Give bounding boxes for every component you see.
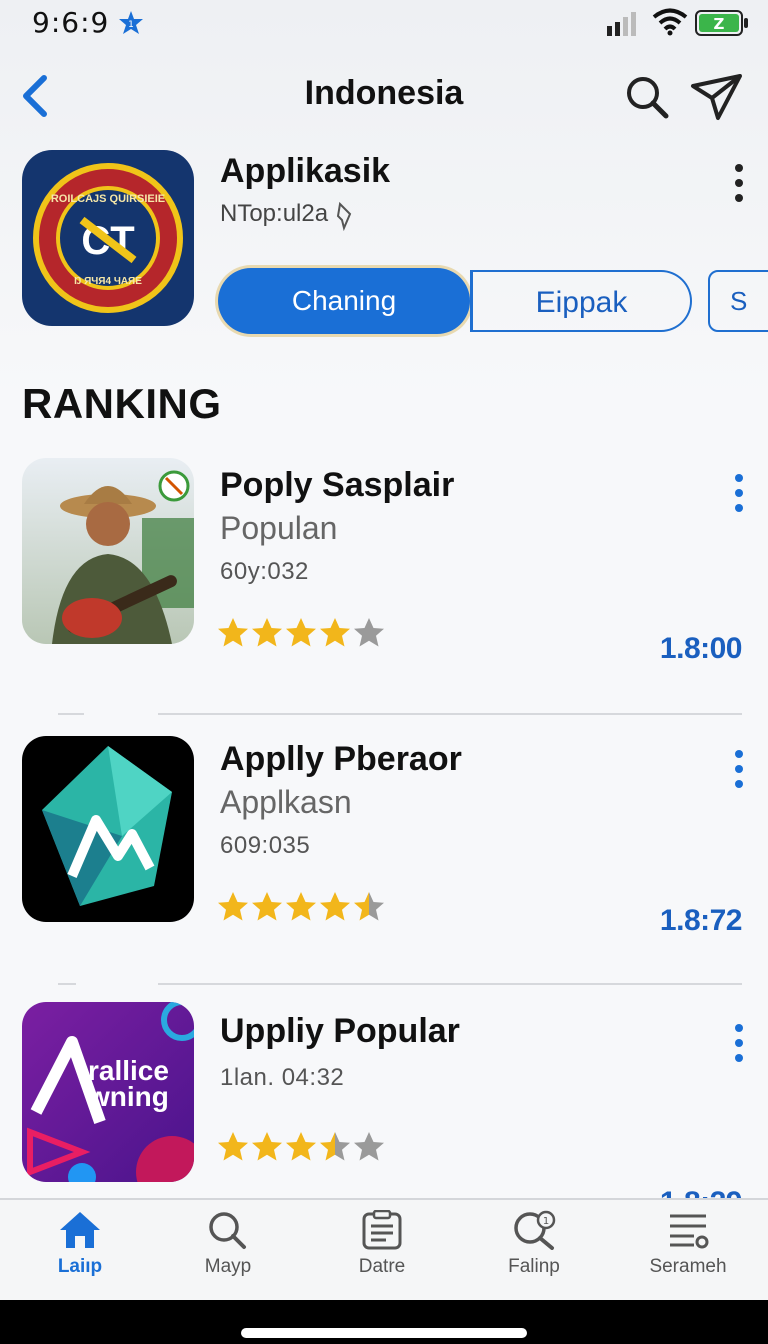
segment-eippak[interactable]: Eippak [470,270,692,332]
tab-label: Datre [358,1256,406,1277]
tab-label: Serameh [649,1256,727,1277]
app-icon-purple[interactable]: rallice wning [22,1002,194,1182]
star-rating [216,1130,386,1166]
star-icon [354,892,384,921]
divider [58,713,84,715]
featured-app-subtitle: NTop:ul2a [220,200,329,227]
tab-home[interactable]: Laiıp [20,1210,140,1296]
signal-icon [607,12,636,36]
app-icon-musician[interactable] [22,458,194,644]
star-icon [252,618,282,647]
app-meta: 60y:032 [220,558,309,585]
app-title[interactable]: Poply Sasplair [220,466,454,505]
location-star-icon: 1 [119,11,143,34]
wifi-icon [652,8,688,36]
divider [158,983,742,985]
star-icon [354,618,384,647]
status-time: 9:6:9 [32,6,110,39]
more-vertical-icon[interactable] [724,1020,754,1066]
segment-third[interactable]: S [708,270,768,332]
svg-text:Ŋ ЯЧЯ4 ЧАЯЕ: Ŋ ЯЧЯ4 ЧАЯЕ [74,276,142,287]
app-meta: 1lan. 04:32 [220,1064,345,1091]
battery-icon: Z [695,10,748,36]
more-vertical-icon[interactable] [722,160,756,206]
home-icon [60,1212,100,1248]
star-icon [320,618,350,647]
tab-datre[interactable]: Datre [322,1210,442,1296]
tab-label: Falinp [508,1256,560,1277]
star-icon [252,1132,282,1161]
app-store-screen: 9:6:9 1 Z Indonesia ROILCAJS QUIRSIEIE Ŋ… [0,0,768,1300]
clipboard-icon [362,1210,402,1250]
nav-bar: Indonesia [0,60,768,132]
segment-third-label: S [730,286,748,316]
app-price[interactable]: 1.8:72 [660,904,743,938]
star-icon [286,1132,316,1161]
search-icon [209,1212,246,1249]
app-subtitle: Applkasn [220,784,352,820]
star-icon [286,892,316,921]
tab-label: Laiıp [57,1256,103,1277]
app-title[interactable]: Applly Pberaor [220,740,462,779]
star-icon [354,1132,384,1161]
star-icon [218,1132,248,1161]
tab-bar: Laiıp Mayp Datre 1 Falinp Serameh [0,1198,768,1300]
app-price[interactable]: 1.8:00 [660,632,743,666]
divider [58,983,76,985]
svg-text:1: 1 [543,1216,549,1227]
star-icon [252,892,282,921]
divider [158,713,742,715]
app-meta: 609:035 [220,832,311,859]
status-bar: 9:6:9 1 Z [0,0,768,48]
svg-text:wning: wning [87,1081,169,1112]
search-icon[interactable] [624,74,670,120]
star-icon [320,1132,350,1161]
segment-chaning[interactable]: Chaning [218,268,470,334]
more-vertical-icon[interactable] [724,470,754,516]
tab-search[interactable]: Mayp [168,1210,288,1296]
more-vertical-icon[interactable] [724,746,754,792]
featured-app-title[interactable]: Applikasik [220,152,390,191]
tab-falinp[interactable]: 1 Falinp [474,1210,594,1296]
star-icon [218,618,248,647]
svg-text:Z: Z [714,15,725,33]
svg-text:ROILCAJS QUIRSIEIE: ROILCAJS QUIRSIEIE [51,193,165,205]
app-subtitle: Populan [220,510,338,546]
svg-text:1: 1 [128,20,134,30]
section-heading: RANKING [22,380,222,427]
featured-app-icon[interactable]: ROILCAJS QUIRSIEIE CT Ŋ ЯЧЯ4 ЧАЯЕ [22,150,194,326]
tab-serameh[interactable]: Serameh [628,1210,748,1296]
app-icon-crystal[interactable] [22,736,194,922]
pencil-icon [336,201,352,232]
app-title[interactable]: Uppliy Popular [220,1012,460,1051]
star-rating [216,890,386,926]
star-icon [218,892,248,921]
star-icon [320,892,350,921]
tab-label: Mayp [204,1256,252,1277]
list-settings-icon [670,1214,709,1249]
star-icon [286,618,316,647]
home-indicator[interactable] [241,1328,527,1338]
search-badge-icon: 1 [514,1210,556,1250]
paper-plane-icon[interactable] [690,72,744,122]
star-rating [216,616,386,652]
